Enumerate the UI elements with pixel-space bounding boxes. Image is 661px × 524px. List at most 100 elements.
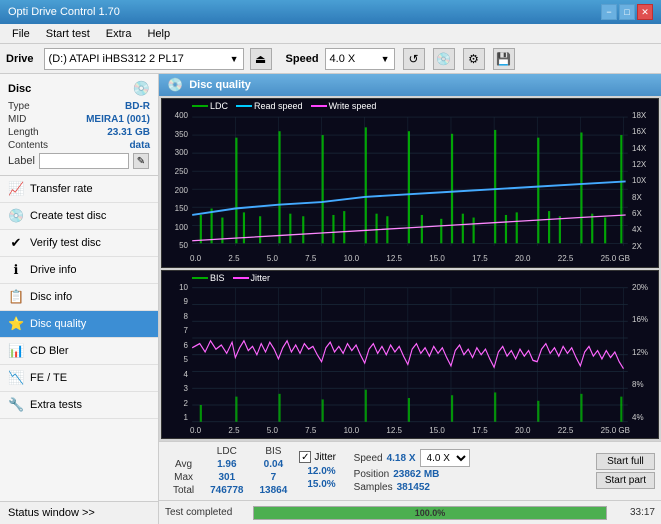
sidebar-item-create-test-disc[interactable]: 💿 Create test disc — [0, 203, 158, 230]
nav-label-verify-test-disc: Verify test disc — [30, 237, 101, 249]
nav-label-fe-te: FE / TE — [30, 372, 67, 384]
disc-panel-title: Disc — [8, 83, 31, 95]
jitter-checkbox-row[interactable]: ✓ Jitter — [299, 451, 343, 463]
samples-val: 381452 — [397, 482, 430, 493]
read-speed-color — [236, 105, 252, 107]
disc-icon: 💿 — [133, 80, 150, 97]
avg-bis: 0.04 — [252, 458, 296, 471]
sidebar-item-verify-test-disc[interactable]: ✔ Verify test disc — [0, 230, 158, 257]
disc-quality-icon: ⭐ — [8, 316, 24, 332]
legend-write-speed: Write speed — [311, 101, 377, 111]
main-layout: Disc 💿 Type BD-R MID MEIRA1 (001) Length… — [0, 74, 661, 524]
refresh-button[interactable]: ↺ — [403, 48, 425, 70]
mid-val: MEIRA1 (001) — [86, 114, 150, 125]
action-buttons: Start full Start part — [596, 453, 655, 489]
nav-label-transfer-rate: Transfer rate — [30, 183, 93, 195]
dq-header-title: Disc quality — [189, 79, 251, 91]
legend-jitter: Jitter — [233, 273, 271, 283]
chart2-legend: BIS Jitter — [192, 273, 270, 283]
speed-dropdown[interactable]: 4.0 X 2.0 X 1.0 X — [420, 449, 470, 467]
sidebar-item-disc-quality[interactable]: ⭐ Disc quality — [0, 311, 158, 338]
eject-button[interactable]: ⏏ — [250, 48, 272, 70]
maximize-button[interactable]: □ — [619, 4, 635, 20]
speed-value: 4.0 X — [330, 53, 356, 65]
window-controls: − □ ✕ — [601, 4, 653, 20]
label-edit-button[interactable]: ✎ — [133, 153, 149, 169]
speed-select[interactable]: 4.0 X ▼ — [325, 48, 395, 70]
drive-label: Drive — [6, 53, 34, 65]
bis-color — [192, 277, 208, 279]
samples-row: Samples 381452 — [354, 482, 470, 493]
position-label: Position — [354, 469, 390, 480]
drive-select-arrow: ▼ — [230, 54, 239, 64]
menu-start-test[interactable]: Start test — [38, 27, 98, 41]
start-full-button[interactable]: Start full — [596, 453, 655, 470]
max-ldc: 301 — [202, 471, 251, 484]
chart1-legend: LDC Read speed Write speed — [192, 101, 376, 111]
start-part-button[interactable]: Start part — [596, 472, 655, 489]
save-button[interactable]: 💾 — [493, 48, 515, 70]
menu-help[interactable]: Help — [139, 27, 178, 41]
disc-quality-header: 💿 Disc quality — [159, 74, 661, 96]
length-key: Length — [8, 127, 39, 138]
menu-bar: File Start test Extra Help — [0, 24, 661, 44]
nav-items: 📈 Transfer rate 💿 Create test disc ✔ Ver… — [0, 176, 158, 419]
sidebar-item-drive-info[interactable]: ℹ Drive info — [0, 257, 158, 284]
jitter-color-legend — [233, 277, 249, 279]
nav-label-drive-info: Drive info — [30, 264, 76, 276]
sidebar-item-extra-tests[interactable]: 🔧 Extra tests — [0, 392, 158, 419]
legend-read-speed: Read speed — [236, 101, 303, 111]
avg-label: Avg — [165, 458, 202, 471]
fe-te-icon: 📉 — [8, 370, 24, 386]
col-bis-header: BIS — [252, 445, 296, 458]
label-input[interactable] — [39, 153, 129, 169]
menu-file[interactable]: File — [4, 27, 38, 41]
type-val: BD-R — [125, 101, 150, 112]
speed-avg-val: 4.18 X — [387, 453, 416, 464]
mid-key: MID — [8, 114, 26, 125]
type-key: Type — [8, 101, 30, 112]
drive-select[interactable]: (D:) ATAPI iHBS312 2 PL17 ▼ — [44, 48, 244, 70]
jitter-avg: 12.0% — [299, 465, 343, 478]
contents-key: Contents — [8, 140, 48, 151]
sidebar-item-fe-te[interactable]: 📉 FE / TE — [0, 365, 158, 392]
cd-bler-icon: 📊 — [8, 343, 24, 359]
nav-label-create-test-disc: Create test disc — [30, 210, 106, 222]
total-bis: 13864 — [252, 484, 296, 497]
progress-bar: 100.0% — [253, 506, 607, 520]
sidebar-item-transfer-rate[interactable]: 📈 Transfer rate — [0, 176, 158, 203]
bottom-bar: Test completed 100.0% 33:17 — [159, 500, 661, 524]
transfer-rate-icon: 📈 — [8, 181, 24, 197]
drive-bar: Drive (D:) ATAPI iHBS312 2 PL17 ▼ ⏏ Spee… — [0, 44, 661, 74]
sidebar-item-cd-bler[interactable]: 📊 CD Bler — [0, 338, 158, 365]
jitter-table: 12.0% 15.0% — [299, 465, 343, 491]
drive-info-icon: ℹ — [8, 262, 24, 278]
status-window-label: Status window >> — [8, 507, 95, 519]
max-bis: 7 — [252, 471, 296, 484]
write-speed-color — [311, 105, 327, 107]
close-button[interactable]: ✕ — [637, 4, 653, 20]
ldc-color — [192, 105, 208, 107]
sidebar-item-disc-info[interactable]: 📋 Disc info — [0, 284, 158, 311]
nav-label-disc-info: Disc info — [30, 291, 72, 303]
minimize-button[interactable]: − — [601, 4, 617, 20]
settings-button[interactable]: ⚙ — [463, 48, 485, 70]
menu-extra[interactable]: Extra — [98, 27, 140, 41]
speed-row: Speed 4.18 X 4.0 X 2.0 X 1.0 X — [354, 449, 470, 467]
disc-button[interactable]: 💿 — [433, 48, 455, 70]
jitter-checkbox[interactable]: ✓ — [299, 451, 311, 463]
status-window-button[interactable]: Status window >> — [0, 501, 158, 524]
drive-select-text: (D:) ATAPI iHBS312 2 PL17 — [49, 53, 184, 65]
label-key: Label — [8, 155, 35, 167]
total-ldc: 746778 — [202, 484, 251, 497]
status-text: Test completed — [165, 507, 245, 518]
legend-write-label: Write speed — [329, 101, 377, 111]
col-ldc-header: LDC — [202, 445, 251, 458]
chart2-svg — [162, 271, 658, 439]
extra-tests-icon: 🔧 — [8, 397, 24, 413]
disc-info-icon: 📋 — [8, 289, 24, 305]
avg-ldc: 1.96 — [202, 458, 251, 471]
stats-table: LDC BIS Avg 1.96 0.04 Max 301 7 — [165, 445, 295, 497]
total-label: Total — [165, 484, 202, 497]
nav-label-extra-tests: Extra tests — [30, 399, 82, 411]
